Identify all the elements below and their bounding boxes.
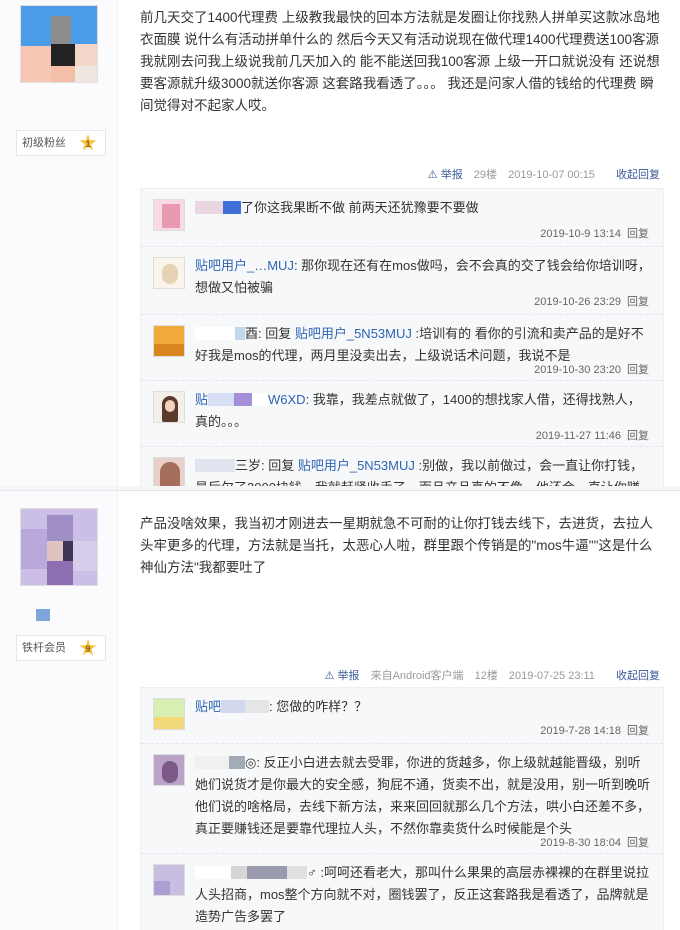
blurred-username xyxy=(231,866,247,879)
post-content: 产品没啥效果，我当初才刚进去一星期就急不可耐的让你打钱去线下，去进货，去拉人头牢… xyxy=(140,516,653,575)
user-level-name: 铁杆会员 xyxy=(22,642,66,654)
reply-time: 2019-8-30 18:04 回复 xyxy=(540,837,649,849)
user-level-badge[interactable]: 初级粉丝 1 xyxy=(16,130,106,156)
reply-time: 2019-10-9 13:14 回复 xyxy=(540,228,649,240)
user-level-name: 初级粉丝 xyxy=(22,137,66,149)
blurred-username xyxy=(221,700,246,713)
reply-text: 了你这我果断不做 前两天还犹豫要不要做 xyxy=(195,197,651,219)
blurred-username xyxy=(195,201,223,214)
user-level-badge[interactable]: 铁杆会员 9 xyxy=(16,635,106,661)
post-time: 2019-10-07 00:15 xyxy=(508,169,595,181)
reply-item: 贴吧用户_…MUJ: 那你现在还有在mos做吗，会不会真的交了钱会给你培训呀，想… xyxy=(141,247,663,315)
collapse-replies-button[interactable]: 收起回复 xyxy=(616,670,660,682)
reply-button[interactable]: 回复 xyxy=(627,228,649,240)
reply-button[interactable]: 回复 xyxy=(627,364,649,376)
post-time: 2019-07-25 23:11 xyxy=(508,670,595,682)
post-content: 前几天交了1400代理费 上级教我最快的回本方法就是发圈让你找熟人拼单买这款冰岛… xyxy=(140,10,660,113)
mentioned-user-link[interactable]: 贴吧用户_5N53MUJ xyxy=(295,326,412,341)
blurred-username xyxy=(36,609,50,621)
collapse-replies-button[interactable]: 收起回复 xyxy=(616,169,660,181)
reply-button[interactable]: 回复 xyxy=(627,837,649,849)
report-link[interactable]: ⚠ 举报 xyxy=(325,670,360,682)
reply-item: 贴 W6XD: 我靠，我差点就做了，1400的想找家人借，还得找熟人，真的。。。 … xyxy=(141,381,663,447)
reply-avatar[interactable] xyxy=(153,754,185,786)
level-star-icon: 1 xyxy=(79,134,97,151)
blurred-username xyxy=(235,327,245,340)
user-sidebar: 铁杆会员 9 xyxy=(0,491,118,930)
blurred-username xyxy=(208,393,235,406)
post-floor-12: 铁杆会员 9 产品没啥效果，我当初才刚进去一星期就急不可耐的让你打钱去线下，去进… xyxy=(0,490,680,930)
reply-username[interactable]: 贴 xyxy=(195,392,208,407)
reply-text: ♂ :呵呵还看老大，那叫什么果果的高层赤裸裸的在群里说拉人头招商，mos整个方向… xyxy=(195,865,649,924)
blurred-username xyxy=(195,459,235,472)
reply-item: 了你这我果断不做 前两天还犹豫要不要做 2019-10-9 13:14 回复 xyxy=(141,189,663,247)
blurred-username xyxy=(223,201,241,214)
reply-text: ◎: 反正小白进去就去受罪，你进的货越多，你上级就越能晋级，别听她们说货才是你最… xyxy=(195,755,651,836)
floor-number: 12楼 xyxy=(474,670,498,682)
reply-time: 2019-11-27 11:46 回复 xyxy=(535,430,649,442)
post-meta: ⚠ 举报 来自Android客户端 12楼 2019-07-25 23:11 收… xyxy=(317,667,660,685)
reply-avatar[interactable] xyxy=(153,864,185,896)
user-avatar[interactable] xyxy=(20,5,98,83)
mentioned-user-link[interactable]: 贴吧用户_5N53MUJ xyxy=(298,458,415,473)
user-sidebar: 初级粉丝 1 xyxy=(0,0,118,488)
reply-username[interactable]: 贴吧用户_…MUJ xyxy=(195,258,294,273)
floor-number: 29楼 xyxy=(473,169,498,181)
post-floor-29: 初级粉丝 1 前几天交了1400代理费 上级教我最快的回本方法就是发圈让你找熟人… xyxy=(0,0,680,488)
post-meta: ⚠ 举报 29楼 2019-10-07 00:15 收起回复 xyxy=(420,166,660,184)
reply-avatar[interactable] xyxy=(153,457,185,488)
reply-item: ◎: 反正小白进去就去受罪，你进的货越多，你上级就越能晋级，别听她们说货才是你最… xyxy=(141,744,663,854)
reply-avatar[interactable] xyxy=(153,257,185,289)
reply-list: 了你这我果断不做 前两天还犹豫要不要做 2019-10-9 13:14 回复 贴吧… xyxy=(140,188,664,488)
reply-avatar[interactable] xyxy=(153,698,185,730)
reply-time: 2019-10-30 23:20 回复 xyxy=(534,364,649,376)
reply-button[interactable]: 回复 xyxy=(627,725,649,737)
level-star-icon: 9 xyxy=(79,639,97,656)
reply-avatar[interactable] xyxy=(153,325,185,357)
reply-item: 三岁: 回复 贴吧用户_5N53MUJ :别做，我以前做过，会一直让你打钱，最后… xyxy=(141,447,663,488)
report-link[interactable]: ⚠ 举报 xyxy=(428,169,463,181)
blurred-username xyxy=(195,756,229,769)
reply-text: 贴吧: 您做的咋样？？ xyxy=(195,699,368,714)
reply-text: 三岁: 回复 贴吧用户_5N53MUJ :别做，我以前做过，会一直让你打钱，最后… xyxy=(195,458,644,488)
reply-item: 酉: 回复 贴吧用户_5N53MUJ :培训有的 看你的引流和卖产品的是好不好我… xyxy=(141,315,663,381)
client-source: 来自Android客户端 xyxy=(370,670,464,682)
user-avatar[interactable] xyxy=(20,508,98,586)
reply-avatar[interactable] xyxy=(153,391,185,423)
reply-item: ♂ :呵呵还看老大，那叫什么果果的高层赤裸裸的在群里说拉人头招商，mos整个方向… xyxy=(141,854,663,930)
reply-username[interactable]: 贴吧 xyxy=(195,699,221,714)
reply-item: 贴吧: 您做的咋样？？ 2019-7-28 14:18 回复 xyxy=(141,688,663,744)
reply-button[interactable]: 回复 xyxy=(627,430,649,442)
reply-avatar[interactable] xyxy=(153,199,185,231)
reply-time: 2019-7-28 14:18 回复 xyxy=(540,725,649,737)
reply-time: 2019-10-26 23:29 回复 xyxy=(534,296,649,308)
reply-button[interactable]: 回复 xyxy=(627,296,649,308)
reply-list: 贴吧: 您做的咋样？？ 2019-7-28 14:18 回复 ◎: 反正小白进去就… xyxy=(140,687,664,930)
